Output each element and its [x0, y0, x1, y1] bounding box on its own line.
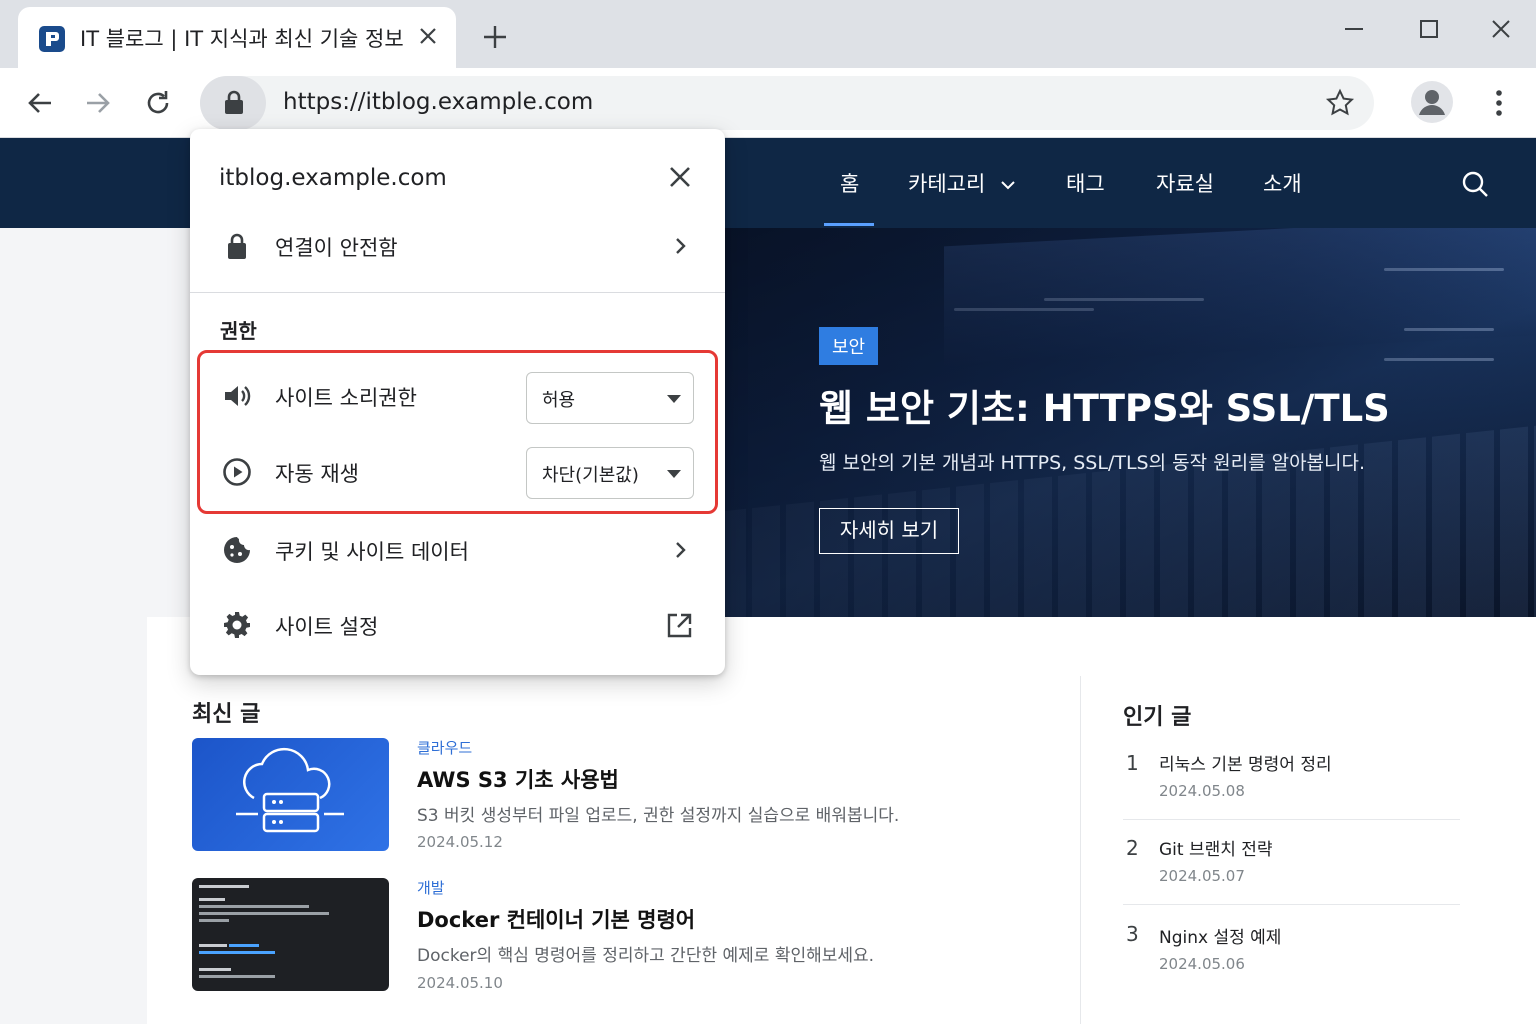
- site-settings-label: 사이트 설정: [275, 615, 379, 639]
- autoplay-permission-value: 차단(기본값): [542, 465, 639, 486]
- site-search-icon[interactable]: [1460, 169, 1490, 199]
- popup-close-icon[interactable]: [667, 164, 693, 190]
- post-title[interactable]: AWS S3 기초 사용법: [417, 764, 619, 794]
- sound-permission-value: 허용: [542, 390, 576, 411]
- cookie-icon: [222, 535, 252, 565]
- nav-home[interactable]: 홈: [840, 168, 859, 198]
- url-text[interactable]: https://itblog.example.com: [283, 89, 593, 115]
- chevron-down-icon: [1001, 181, 1015, 190]
- bookmark-star-icon[interactable]: [1325, 88, 1355, 118]
- post-description: S3 버킷 생성부터 파일 업로드, 권한 설정까지 실습으로 배워봅니다.: [417, 806, 900, 826]
- lock-icon: [222, 231, 252, 261]
- post-category[interactable]: 개발: [417, 877, 445, 898]
- nav-about[interactable]: 소개: [1263, 168, 1302, 198]
- post-thumbnail-cloud[interactable]: [192, 738, 389, 851]
- new-tab-plus-icon[interactable]: [480, 22, 510, 52]
- hero-banner: 보안 웹 보안 기초: HTTPS와 SSL/TLS 웹 보안의 기본 개념과 …: [724, 228, 1536, 617]
- nav-category[interactable]: 카테고리: [908, 168, 1016, 198]
- hero-category-badge[interactable]: 보안: [819, 327, 879, 365]
- dropdown-caret-icon: [667, 470, 681, 478]
- popular-post-date: 2024.05.08: [1159, 782, 1245, 800]
- popular-separator: [1123, 819, 1460, 820]
- tab-title: IT 블로그 | IT 지식과 최신 기술 정보: [80, 27, 404, 51]
- hero-title: 웹 보안 기초: HTTPS와 SSL/TLS: [819, 387, 1390, 430]
- browser-titlebar: IT 블로그 | IT 지식과 최신 기술 정보: [0, 0, 1536, 68]
- play-circle-icon: [222, 457, 252, 487]
- minimize-icon[interactable]: [1341, 16, 1367, 42]
- post-description: Docker의 핵심 명령어를 정리하고 간단한 예제로 확인해보세요.: [417, 946, 875, 966]
- profile-avatar-icon[interactable]: [1411, 81, 1453, 123]
- popup-domain: itblog.example.com: [219, 165, 447, 191]
- post-date: 2024.05.12: [417, 833, 503, 851]
- dropdown-caret-icon: [667, 395, 681, 403]
- popular-post-date: 2024.05.06: [1159, 955, 1245, 973]
- permission-autoplay-label: 자동 재생: [275, 462, 359, 486]
- popular-post-date: 2024.05.07: [1159, 867, 1245, 885]
- lock-icon: [225, 90, 243, 114]
- popular-rank: 2: [1126, 836, 1139, 860]
- reload-icon[interactable]: [143, 88, 173, 118]
- site-favicon-icon: [39, 26, 65, 52]
- site-info-popup: itblog.example.com 연결이 안전함 권한 사이트 소리권한 허…: [190, 129, 725, 675]
- post-title[interactable]: Docker 컨테이너 기본 명령어: [417, 904, 695, 934]
- popular-rank: 3: [1126, 922, 1139, 946]
- terminal-icon: [199, 885, 329, 978]
- window-close-icon[interactable]: [1488, 16, 1514, 42]
- popular-post-title[interactable]: 리눅스 기본 명령어 정리: [1159, 750, 1332, 775]
- nav-resources[interactable]: 자료실: [1156, 168, 1214, 198]
- popular-post-title[interactable]: Git 브랜치 전략: [1159, 835, 1273, 860]
- post-category[interactable]: 클라우드: [417, 737, 472, 758]
- autoplay-permission-select[interactable]: 차단(기본값): [526, 447, 694, 499]
- popular-post-title[interactable]: Nginx 설정 예제: [1159, 923, 1281, 948]
- popular-rank: 1: [1126, 751, 1139, 775]
- nav-active-indicator: [824, 223, 874, 226]
- cloud-server-icon: [236, 747, 344, 833]
- site-info-lock-button[interactable]: [200, 76, 266, 130]
- external-link-icon: [666, 612, 693, 639]
- post-date: 2024.05.10: [417, 974, 503, 992]
- popular-posts-title: 인기 글: [1123, 705, 1192, 730]
- nav-category-label: 카테고리: [908, 172, 986, 196]
- post-thumbnail-terminal[interactable]: [192, 878, 389, 991]
- browser-menu-icon[interactable]: [1484, 87, 1514, 119]
- maximize-icon[interactable]: [1416, 16, 1442, 42]
- speaker-icon: [222, 381, 252, 411]
- hero-read-more-button[interactable]: 자세히 보기: [819, 508, 959, 554]
- connection-security-label: 연결이 안전함: [275, 236, 398, 260]
- tab-close-icon[interactable]: [416, 24, 440, 48]
- hero-description: 웹 보안의 기본 개념과 HTTPS, SSL/TLS의 동작 원리를 알아봅니…: [819, 452, 1366, 474]
- address-bar[interactable]: https://itblog.example.com: [200, 76, 1374, 130]
- popup-divider: [190, 292, 725, 293]
- gear-icon: [222, 610, 252, 640]
- chevron-right-icon: [670, 236, 690, 256]
- chevron-right-icon: [670, 540, 690, 560]
- nav-tags[interactable]: 태그: [1066, 168, 1105, 198]
- permissions-heading: 권한: [220, 319, 257, 343]
- latest-posts-title: 최신 글: [192, 702, 261, 727]
- back-arrow-icon[interactable]: [25, 88, 55, 118]
- column-divider: [1080, 676, 1081, 1024]
- browser-toolbar: https://itblog.example.com: [0, 68, 1536, 138]
- cookies-label: 쿠키 및 사이트 데이터: [275, 540, 469, 564]
- sound-permission-select[interactable]: 허용: [526, 372, 694, 424]
- popular-separator: [1123, 904, 1460, 905]
- forward-arrow-icon[interactable]: [83, 88, 113, 118]
- browser-tab[interactable]: IT 블로그 | IT 지식과 최신 기술 정보: [18, 7, 456, 68]
- permission-sound-label: 사이트 소리권한: [275, 386, 417, 410]
